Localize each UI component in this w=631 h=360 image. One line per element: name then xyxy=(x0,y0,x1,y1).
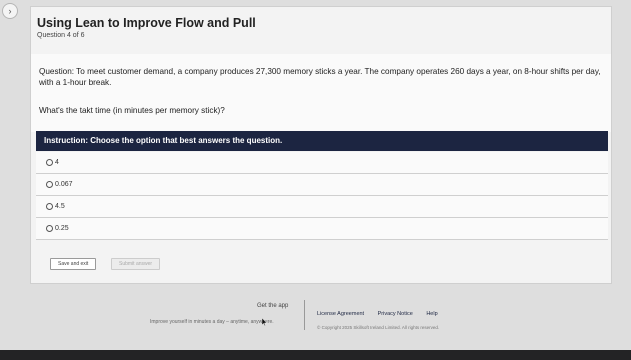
question-text: Question: To meet customer demand, a com… xyxy=(39,67,601,87)
answer-option[interactable]: 4 xyxy=(36,152,608,174)
radio-icon[interactable] xyxy=(46,203,53,210)
submit-answer-button[interactable]: Submit answer xyxy=(111,258,161,270)
question-panel: Question: To meet customer demand, a com… xyxy=(31,54,611,132)
privacy-notice-link[interactable]: Privacy Notice xyxy=(378,311,413,317)
copyright-text: © Copyright 2025 Skillsoft Ireland Limit… xyxy=(317,325,440,330)
question-ask: What's the takt time (in minutes per mem… xyxy=(39,106,225,115)
expand-sidebar-button[interactable]: › xyxy=(2,3,18,19)
chevron-right-icon: › xyxy=(8,6,12,16)
footer-divider xyxy=(304,300,305,330)
answer-options: 4 0.067 4.5 0.25 xyxy=(36,152,608,240)
app-window: › Using Lean to Improve Flow and Pull Qu… xyxy=(0,0,631,350)
answer-option[interactable]: 4.5 xyxy=(36,196,608,218)
mouse-cursor-icon xyxy=(262,318,267,326)
license-agreement-link[interactable]: License Agreement xyxy=(317,311,364,317)
answer-option-label: 4.5 xyxy=(55,203,65,210)
answer-option[interactable]: 0.067 xyxy=(36,174,608,196)
help-link[interactable]: Help xyxy=(426,311,437,317)
radio-icon[interactable] xyxy=(46,159,53,166)
answer-option-label: 0.067 xyxy=(55,181,73,188)
answer-option[interactable]: 0.25 xyxy=(36,218,608,240)
instruction-bar: Instruction: Choose the option that best… xyxy=(36,131,608,151)
footer-links: License Agreement Privacy Notice Help xyxy=(317,311,450,317)
answer-option-label: 4 xyxy=(55,159,59,166)
answer-option-label: 0.25 xyxy=(55,225,69,232)
footer-tagline: Improve yourself in minutes a day – anyt… xyxy=(150,319,274,325)
assessment-card: Using Lean to Improve Flow and Pull Ques… xyxy=(30,6,612,284)
action-bar: Save and exit Submit answer xyxy=(36,251,608,277)
radio-icon[interactable] xyxy=(46,225,53,232)
page-title: Using Lean to Improve Flow and Pull xyxy=(37,16,256,30)
save-and-exit-button[interactable]: Save and exit xyxy=(50,258,97,270)
taskbar xyxy=(0,350,631,360)
radio-icon[interactable] xyxy=(46,181,53,188)
get-app-link[interactable]: Get the app xyxy=(257,303,288,309)
question-counter: Question 4 of 6 xyxy=(37,32,85,39)
